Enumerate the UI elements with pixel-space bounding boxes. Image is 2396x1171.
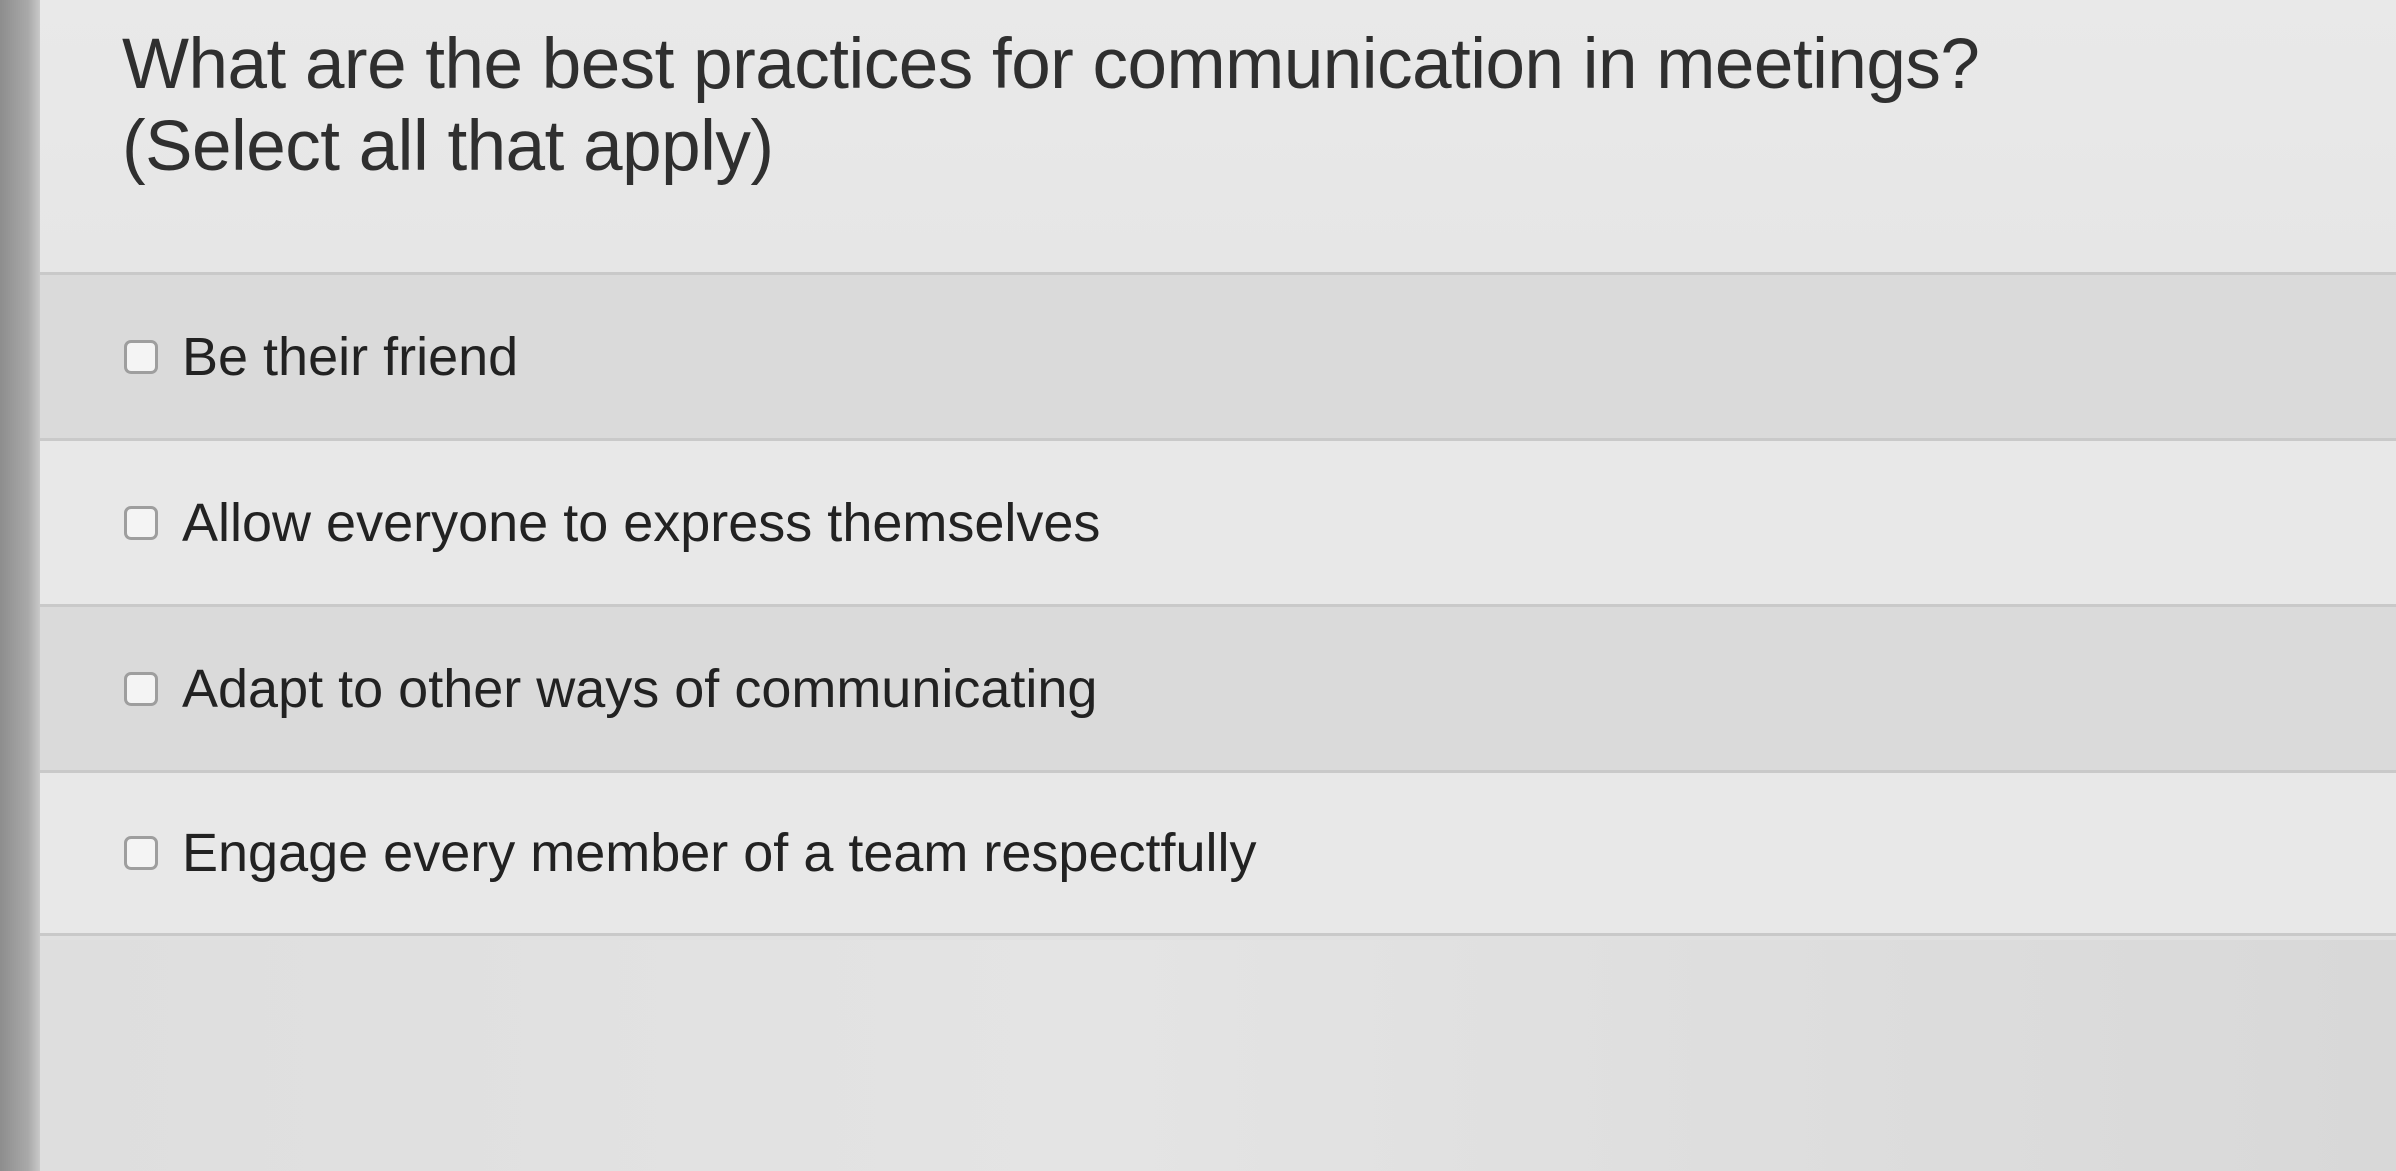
option-label[interactable]: Engage every member of a team respectful… — [182, 822, 1257, 884]
question-text: What are the best practices for communic… — [122, 24, 2272, 188]
checkbox[interactable] — [124, 836, 158, 870]
option-row[interactable]: Allow everyone to express themselves — [40, 438, 2396, 604]
option-label[interactable]: Allow everyone to express themselves — [182, 492, 1100, 554]
option-label[interactable]: Be their friend — [182, 326, 518, 388]
screen-bezel — [0, 0, 40, 1171]
empty-page-area — [40, 940, 2396, 1171]
answer-options: Be their friend Allow everyone to expres… — [40, 272, 2396, 936]
option-row[interactable]: Adapt to other ways of communicating — [40, 604, 2396, 770]
option-row[interactable]: Be their friend — [40, 272, 2396, 438]
checkbox[interactable] — [124, 671, 158, 706]
checkbox[interactable] — [124, 505, 158, 540]
screen: What are the best practices for communic… — [0, 0, 2396, 1171]
checkbox[interactable] — [124, 339, 158, 374]
option-label[interactable]: Adapt to other ways of communicating — [182, 658, 1097, 720]
quiz-page: What are the best practices for communic… — [40, 0, 2396, 1171]
option-row[interactable]: Engage every member of a team respectful… — [40, 770, 2396, 936]
question-line-2: (Select all that apply) — [122, 107, 774, 186]
question-line-1: What are the best practices for communic… — [122, 25, 1980, 104]
